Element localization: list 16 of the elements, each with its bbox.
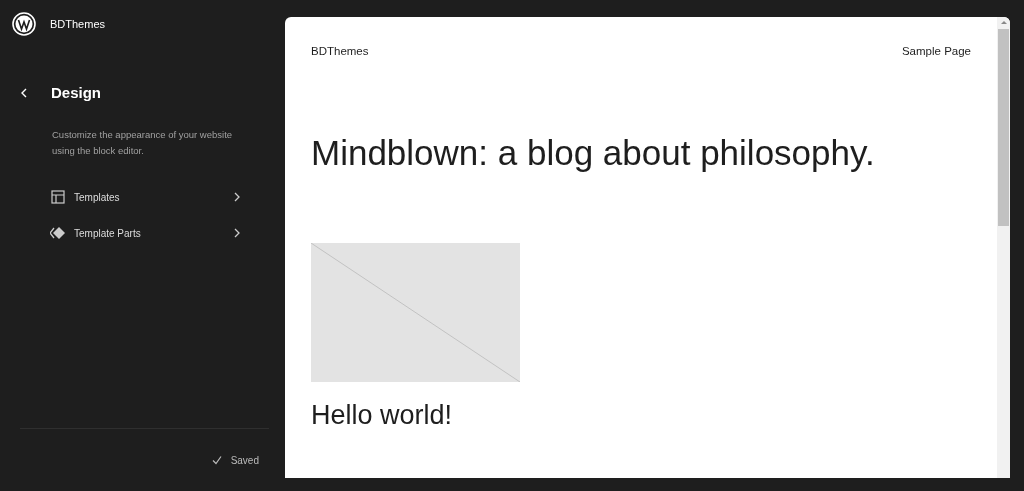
page-heading: Mindblown: a blog about philosophy. — [311, 133, 876, 173]
scrollbar[interactable] — [997, 17, 1010, 478]
panel-title: Design — [51, 84, 101, 101]
save-status: Saved — [230, 454, 259, 466]
nav-link[interactable]: Sample Page — [901, 45, 971, 57]
check-icon — [210, 454, 223, 466]
nav-item[interactable]: Templates — [50, 185, 243, 209]
diamond-icon — [50, 225, 66, 241]
site-preview[interactable]: BDThemes Sample Page Mindblown: a blog about philosophy. Hello world! — [285, 17, 1010, 478]
nav-item[interactable]: Template Parts — [50, 221, 243, 245]
site-name: BDThemes — [50, 18, 106, 30]
post-title: Hello world! — [311, 400, 454, 431]
preview-site-title: BDThemes — [311, 45, 369, 57]
panel-description: Customize the appearance of your website using the block editor. — [52, 128, 234, 158]
wordpress-logo-icon[interactable] — [12, 12, 36, 36]
layout-icon — [50, 189, 66, 205]
